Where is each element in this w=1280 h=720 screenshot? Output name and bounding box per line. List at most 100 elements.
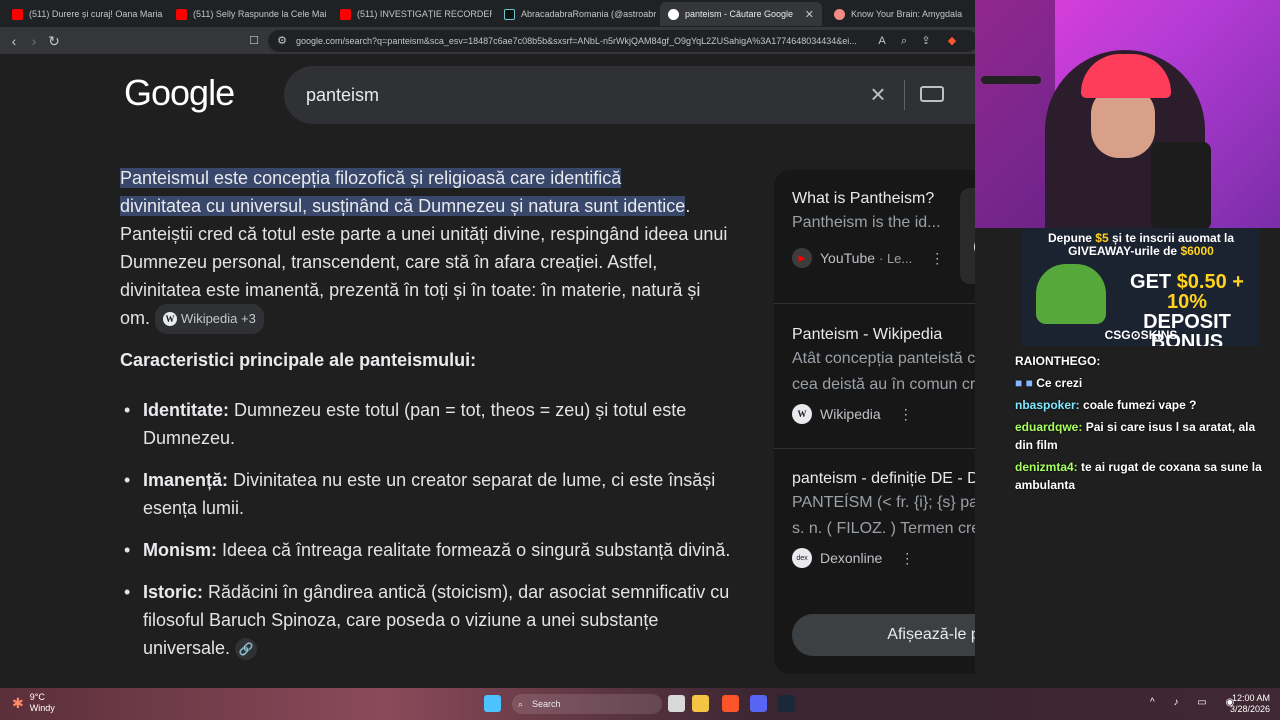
close-tab-icon[interactable]: ✕	[805, 8, 814, 21]
chat-message: eduardqwe: Pai si care isus l sa aratat,…	[1015, 418, 1265, 454]
back-icon[interactable]: ‹	[4, 31, 24, 51]
ad-headline: Depune $5 și te inscrii auomat la GIVEAW…	[1022, 232, 1260, 258]
tab-youtube-oana[interactable]: (511) Durere și curaj! Oana Maria Rot	[4, 2, 164, 26]
ad-text: GIVEAWAY-urile de	[1068, 244, 1181, 258]
source-chip[interactable]: W Wikipedia +3	[155, 304, 264, 335]
source-card-wikipedia[interactable]: Panteism - Wikipedia Atât concepția pant…	[792, 326, 975, 424]
search-icon: ⌕	[518, 699, 524, 709]
taskbar-search[interactable]: ⌕ Search	[512, 694, 662, 714]
youtube-icon	[176, 8, 187, 20]
ad-text: $0.50 + 10%	[1166, 271, 1244, 313]
source-card-dexonline[interactable]: panteism - definiție DE - Dexonline PANT…	[792, 470, 975, 568]
more-options-icon[interactable]: ⋮	[930, 250, 944, 267]
weather-text: Windy	[29, 703, 55, 713]
youtube-icon	[340, 8, 351, 20]
tiktok-icon	[504, 8, 515, 20]
taskbar-search-label: Search	[532, 699, 561, 709]
weather-temp: 9°C	[29, 692, 45, 702]
source-chip-label: Wikipedia +3	[181, 311, 256, 327]
brave-shield-icon[interactable]: ◆	[944, 33, 960, 49]
share-icon[interactable]: ⇪	[918, 33, 934, 49]
show-all-button[interactable]: Afișează-le pe toate	[792, 614, 975, 656]
clock[interactable]: 12:00 AM 3/28/2026	[1226, 693, 1270, 715]
tab-label: (511) Durere și curaj! Oana Maria Rot	[29, 9, 164, 19]
bullet-text: Rădăcini în gândirea antică (stoicism), …	[143, 582, 730, 658]
bullet-term: Identitate:	[143, 400, 230, 420]
source-title[interactable]: What is Pantheism?	[792, 190, 952, 208]
ai-overview-answer: Panteismul este concepția filozofică și …	[120, 164, 730, 335]
chat-username: nbaspoker:	[1015, 398, 1080, 412]
ad-text: $6000	[1180, 244, 1214, 258]
source-snippet: PANTEÍSM (< fr. {i}; {s} pan- + gr. theo…	[792, 494, 975, 537]
zoom-icon[interactable]: ⌕	[896, 33, 912, 49]
chat-text: Ce crezi	[1036, 376, 1083, 390]
ad-text: și te inscrii auomat la	[1108, 231, 1235, 245]
site-info-icon[interactable]: ⚙	[274, 33, 290, 49]
ad-text: $5	[1095, 231, 1109, 245]
search-input[interactable]: panteism	[306, 66, 379, 124]
chat-message: ■ ■ Ce crezi	[1015, 374, 1265, 392]
forward-icon[interactable]: ›	[24, 31, 44, 51]
keyboard-icon[interactable]	[920, 86, 944, 102]
bullet-term: Imanență:	[143, 470, 229, 490]
video-duration: ▶ 17m	[974, 236, 975, 258]
source-title[interactable]: panteism - definiție DE - Dexonline	[792, 470, 975, 488]
file-explorer-icon[interactable]	[692, 695, 709, 712]
clear-search-icon[interactable]: ×	[864, 80, 892, 108]
chat-message: RAIONTHEGO:	[1015, 352, 1265, 370]
discord-icon[interactable]	[750, 695, 767, 712]
more-options-icon[interactable]: ⋮	[900, 550, 914, 567]
chat-username: RAIONTHEGO:	[1015, 354, 1101, 368]
steam-icon[interactable]	[778, 695, 795, 712]
source-site: ▶ YouTube · Le... ⋮	[792, 248, 952, 268]
start-icon[interactable]	[484, 695, 501, 712]
source-site-name: Dexonline	[820, 550, 883, 566]
source-snippet: Pantheism is the id...	[792, 214, 941, 231]
tab-label: (511) INVESTIGAȚIE RECORDER. Și în	[357, 9, 492, 19]
section-heading: Caracteristici principale ale panteismul…	[120, 350, 477, 370]
source-card-youtube[interactable]: What is Pantheism? Pantheism is the id..…	[792, 190, 952, 268]
tab-youtube-selly[interactable]: (511) Selly Raspunde la Cele Mai Cau	[168, 2, 328, 26]
list-item: Istoric: Rădăcini în gândirea antică (st…	[120, 578, 740, 662]
bullet-term: Istoric:	[143, 582, 204, 602]
search-bar[interactable]: panteism ×	[284, 66, 975, 124]
characteristics-list: Identitate: Dumnezeu este totul (pan = t…	[120, 396, 740, 676]
task-view-icon[interactable]	[668, 695, 685, 712]
bullet-text: Divinitatea nu este un creator separat d…	[143, 470, 716, 518]
video-thumbnail[interactable]: ▶ 17m	[960, 188, 975, 284]
more-options-icon[interactable]: ⋮	[899, 406, 913, 423]
brave-browser-icon[interactable]	[722, 695, 739, 712]
divider	[774, 448, 975, 449]
brain-icon	[834, 8, 845, 20]
microphone-arm	[981, 76, 1041, 84]
weather-icon: ✱	[12, 694, 24, 711]
tab-label: (511) Selly Raspunde la Cele Mai Cau	[193, 9, 328, 19]
sponsor-banner[interactable]: Depune $5 și te inscrii auomat la GIVEAW…	[1022, 228, 1260, 346]
google-results-page: Google panteism × Panteismul este concep…	[0, 54, 975, 688]
tab-know-your-brain[interactable]: Know Your Brain: Amygdala	[826, 2, 976, 26]
list-item: Imanență: Divinitatea nu este un creator…	[120, 466, 740, 522]
tab-label: AbracadabraRomania (@astroabra) i	[521, 9, 656, 19]
link-icon[interactable]: 🔗	[235, 638, 258, 661]
url-text[interactable]: google.com/search?q=panteism&sca_esv=184…	[296, 30, 856, 52]
bullet-term: Monism:	[143, 540, 217, 560]
tab-tiktok[interactable]: AbracadabraRomania (@astroabra) i	[496, 2, 656, 26]
google-logo[interactable]: Google	[124, 72, 235, 114]
bookmark-icon[interactable]: ☐	[244, 31, 264, 51]
reload-icon[interactable]: ↻	[44, 31, 64, 51]
source-snippet: Atât concepția panteistă cât și cea deis…	[792, 350, 975, 393]
chat-username: eduardqwe:	[1015, 420, 1083, 434]
answer-highlight: divinitatea cu universul, susținând că D…	[120, 196, 686, 216]
weather-widget[interactable]: ✱ 9°C Windy	[12, 692, 55, 714]
tab-label: panteism - Căutare Google	[685, 9, 794, 19]
clock-date: 3/28/2026	[1229, 704, 1270, 714]
stream-chat: RAIONTHEGO: ■ ■ Ce crezi nbaspoker: coal…	[1015, 352, 1265, 498]
youtube-icon: ▶	[792, 248, 812, 268]
source-site: dex Dexonline ⋮	[792, 548, 975, 568]
translate-icon[interactable]: A	[874, 33, 890, 49]
tab-google-search[interactable]: panteism - Căutare Google ✕	[660, 2, 822, 26]
source-title[interactable]: Panteism - Wikipedia	[792, 326, 975, 344]
youtube-icon	[12, 8, 23, 20]
address-bar[interactable]: ⚙ google.com/search?q=panteism&sca_esv=1…	[268, 30, 978, 52]
tab-youtube-recorder[interactable]: (511) INVESTIGAȚIE RECORDER. Și în	[332, 2, 492, 26]
